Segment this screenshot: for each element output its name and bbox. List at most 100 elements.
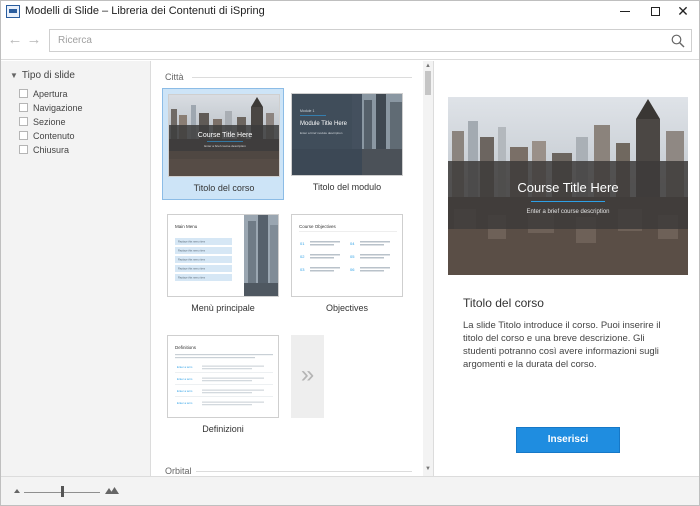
filter-item-sezione[interactable]: Sezione	[19, 116, 66, 128]
search-input[interactable]	[50, 30, 660, 51]
arrow-left-icon: ←	[7, 31, 23, 48]
filter-item-chiusura[interactable]: Chiusura	[19, 144, 69, 156]
thumbnail-number: 01	[300, 241, 305, 246]
filter-item-apertura[interactable]: Apertura	[19, 88, 68, 100]
forward-button[interactable]: →	[26, 32, 42, 48]
search-icon[interactable]	[671, 34, 685, 48]
thumbnail-menu-item: Replace this menu item	[178, 267, 205, 271]
preview-image: Course Title Here Enter a brief course d…	[448, 97, 688, 275]
objectives-thumbnail: Course Objectives 01 02 03 04 05 06	[292, 215, 402, 296]
zoom-slider-handle[interactable]	[61, 486, 64, 497]
thumbnail-term: Enter a term	[177, 365, 193, 369]
definitions-thumbnail: Definitions Enter a term Enter a term En…	[168, 336, 278, 417]
window-title: Modelli di Slide – Libreria dei Contenut…	[25, 5, 265, 17]
preview-title: Titolo del corso	[463, 296, 544, 310]
minimize-button[interactable]	[609, 1, 641, 23]
maximize-icon	[650, 7, 660, 17]
filter-heading[interactable]: ▼ Tipo di slide	[10, 70, 75, 81]
template-card-definitions[interactable]: Definitions Enter a term Enter a term En…	[162, 330, 284, 442]
minimize-icon	[620, 11, 630, 13]
zoom-out-icon[interactable]	[14, 489, 20, 493]
arrow-right-icon: →	[26, 31, 42, 48]
thumbnail-menu-item: Replace this menu item	[178, 258, 205, 262]
slide-templates-window: Modelli di Slide – Libreria dei Contenut…	[0, 0, 700, 506]
preview-image-title: Course Title Here	[517, 180, 618, 195]
thumbnail-title: Course Title Here	[198, 132, 253, 139]
checkbox[interactable]	[19, 131, 28, 140]
thumbnail-title: Main Menu	[175, 224, 198, 229]
checkbox[interactable]	[19, 89, 28, 98]
preview-image-subtitle: Enter a brief course description	[526, 209, 609, 215]
thumbnail: Course Title Here Enter a brief course d…	[168, 94, 280, 177]
checkbox[interactable]	[19, 117, 28, 126]
city-street-thumbnail: Module 1 Module Title Here Enter a brief…	[292, 94, 402, 175]
thumbnail: Definitions Enter a term Enter a term En…	[167, 335, 279, 418]
thumbnail-number: 03	[300, 267, 305, 272]
close-button[interactable]: ✕	[667, 1, 699, 23]
app-icon	[6, 5, 20, 18]
back-button[interactable]: ←	[7, 32, 23, 48]
template-gallery: Città Course Title Here Enter a brief co…	[152, 61, 434, 476]
show-more-button[interactable]: »	[291, 335, 324, 418]
toolbar: ← →	[1, 23, 699, 60]
scroll-down-icon[interactable]: ▼	[423, 465, 433, 473]
filter-item-label: Contenuto	[33, 131, 75, 141]
zoom-in-icon[interactable]	[105, 487, 119, 494]
thumbnail-menu-item: Replace this menu item	[178, 249, 205, 253]
filter-panel: ▼ Tipo di slide Apertura Navigazione Sezi…	[1, 61, 151, 476]
filter-item-label: Navigazione	[33, 103, 83, 113]
thumbnail-term: Enter a term	[177, 389, 193, 393]
thumbnail-overline: Module 1	[300, 109, 314, 113]
thumbnail-number: 05	[350, 254, 355, 259]
filter-item-label: Apertura	[33, 89, 68, 99]
close-icon: ✕	[677, 3, 689, 19]
thumbnail-number: 06	[350, 267, 355, 272]
thumbnail-title: Definitions	[175, 345, 197, 350]
double-chevron-right-icon: »	[300, 361, 315, 388]
card-label: Objectives	[325, 303, 369, 313]
thumbnail: Course Objectives 01 02 03 04 05 06	[291, 214, 403, 297]
thumbnail-title: Course Objectives	[299, 224, 337, 229]
status-bar	[1, 476, 699, 505]
thumbnail-subtitle: Enter a brief course description	[204, 144, 246, 148]
group-divider	[192, 77, 412, 78]
thumbnail-title: Module Title Here	[300, 121, 348, 127]
gallery-scrollbar[interactable]: ▲ ▼	[423, 61, 433, 476]
card-label: Titolo del modulo	[312, 182, 382, 192]
chevron-down-icon: ▼	[10, 71, 18, 80]
scroll-thumb[interactable]	[425, 71, 431, 95]
filter-item-label: Chiusura	[33, 145, 70, 155]
group-label-citta: Città	[165, 72, 184, 82]
thumbnail-term: Enter a term	[177, 377, 193, 381]
thumbnail-menu-item: Replace this menu item	[178, 276, 205, 280]
card-label: Titolo del corso	[193, 183, 255, 193]
thumbnail-menu-item: Replace this menu item	[178, 240, 205, 244]
thumbnail: Module 1 Module Title Here Enter a brief…	[291, 93, 403, 176]
template-card-module-title[interactable]: Module 1 Module Title Here Enter a brief…	[286, 88, 408, 200]
thumbnail: Main Menu Replace this menu item Replace…	[167, 214, 279, 297]
card-label: Menù principale	[191, 303, 255, 313]
checkbox[interactable]	[19, 103, 28, 112]
filter-heading-label: Tipo di slide	[21, 70, 75, 81]
preview-description: La slide Titolo introduce il corso. Puoi…	[463, 320, 661, 370]
filter-item-navigazione[interactable]: Navigazione	[19, 102, 83, 114]
thumbnail-number: 04	[350, 241, 355, 246]
group-label-orbital: Orbital	[165, 466, 192, 476]
template-card-course-title[interactable]: Course Title Here Enter a brief course d…	[162, 88, 284, 200]
search-box	[49, 29, 692, 52]
menu-thumbnail: Main Menu Replace this menu item Replace…	[168, 215, 278, 296]
insert-button[interactable]: Inserisci	[516, 427, 620, 453]
filter-item-label: Sezione	[33, 117, 66, 127]
scroll-up-icon[interactable]: ▲	[423, 62, 433, 70]
template-card-objectives[interactable]: Course Objectives 01 02 03 04 05 06 Obje…	[286, 209, 408, 321]
title-bar: Modelli di Slide – Libreria dei Contenut…	[1, 1, 699, 23]
filter-item-contenuto[interactable]: Contenuto	[19, 130, 75, 142]
city-preview-image: Course Title Here Enter a brief course d…	[448, 97, 688, 275]
preview-panel: Course Title Here Enter a brief course d…	[435, 61, 699, 476]
thumbnail-subtitle: Enter a brief module description	[300, 131, 343, 135]
group-divider	[196, 471, 412, 472]
template-card-main-menu[interactable]: Main Menu Replace this menu item Replace…	[162, 209, 284, 321]
thumbnail-number: 02	[300, 254, 305, 259]
checkbox[interactable]	[19, 145, 28, 154]
thumbnail-term: Enter a term	[177, 401, 193, 405]
